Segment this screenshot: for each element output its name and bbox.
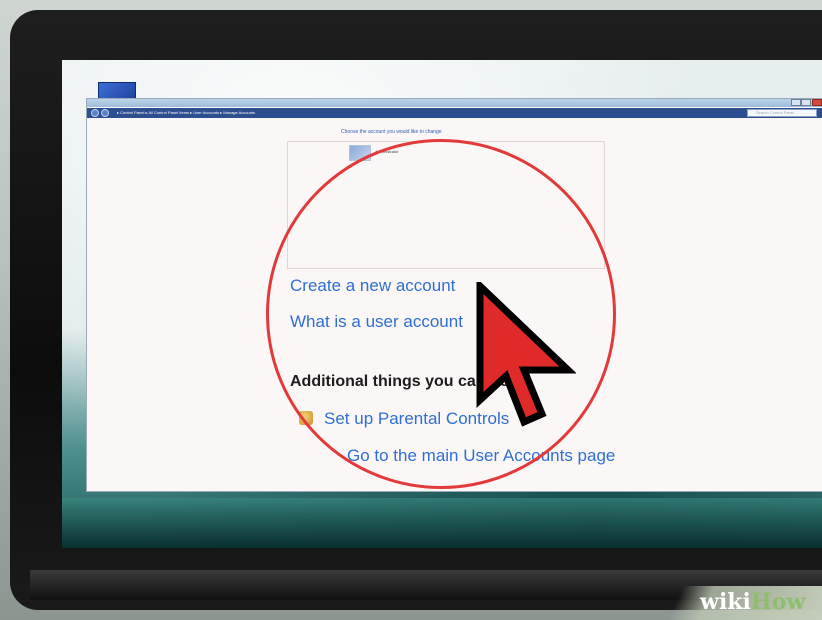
create-new-account-link[interactable]: Create a new account xyxy=(290,276,455,296)
breadcrumb[interactable]: ▸ Control Panel ▸ All Control Panel Item… xyxy=(117,109,255,117)
monitor-screen: ▸ Control Panel ▸ All Control Panel Item… xyxy=(62,60,822,548)
watermark-wiki: wiki xyxy=(700,589,751,615)
taskbar xyxy=(62,498,822,548)
maximize-button[interactable] xyxy=(801,99,811,106)
parental-controls-icon xyxy=(299,411,313,425)
what-is-user-account-link[interactable]: What is a user account xyxy=(290,312,463,332)
close-button[interactable] xyxy=(812,99,822,106)
window-titlebar[interactable] xyxy=(87,99,822,107)
watermark-logo: wikiHow xyxy=(700,589,805,615)
account-name[interactable]: Administrator xyxy=(375,149,399,154)
watermark-how: How xyxy=(750,589,806,615)
minimize-button[interactable] xyxy=(791,99,801,106)
address-bar[interactable]: ▸ Control Panel ▸ All Control Panel Item… xyxy=(87,108,822,118)
back-arrow-icon[interactable] xyxy=(91,109,99,117)
main-user-accounts-link[interactable]: Go to the main User Accounts page xyxy=(347,446,615,466)
search-input[interactable]: Search Control Panel xyxy=(747,109,817,117)
choose-account-prompt: Choose the account you would like to cha… xyxy=(341,129,442,135)
forward-arrow-icon[interactable] xyxy=(101,109,109,117)
account-avatar[interactable] xyxy=(349,145,371,161)
control-panel-window: ▸ Control Panel ▸ All Control Panel Item… xyxy=(86,98,822,492)
mouse-pointer-icon xyxy=(476,282,576,427)
account-list xyxy=(287,141,605,269)
